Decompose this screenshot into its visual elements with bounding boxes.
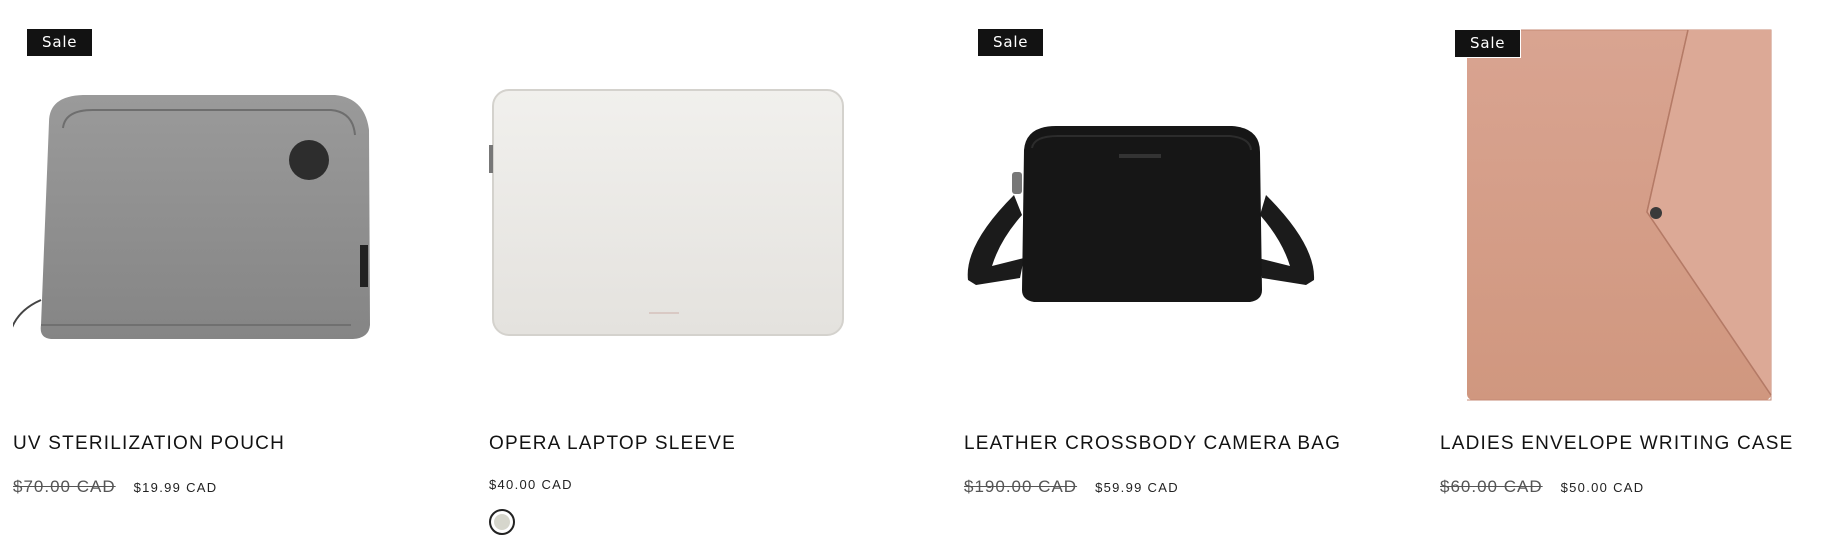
price-row: $70.00 CAD $19.99 CAD — [13, 477, 217, 497]
product-title[interactable]: LADIES ENVELOPE WRITING CASE — [1440, 433, 1794, 455]
sale-badge: Sale — [27, 29, 93, 56]
product-card-ladies-envelope-writing-case[interactable]: Sale LADIES ENVELOPE WRITING CASE $60.00… — [1440, 0, 1797, 557]
sale-price: $59.99 CAD — [1095, 480, 1179, 495]
product-image-link[interactable] — [489, 0, 846, 410]
product-title[interactable]: LEATHER CROSSBODY CAMERA BAG — [964, 433, 1341, 455]
product-image-link[interactable]: Sale — [964, 0, 1321, 410]
white-laptop-sleeve-image — [489, 89, 844, 336]
price-row: $40.00 CAD — [489, 477, 573, 492]
product-image-link[interactable]: Sale — [1440, 0, 1797, 410]
product-card-uv-sterilization-pouch[interactable]: Sale UV STERILIZATION POUCH $70.00 CAD $ — [13, 0, 370, 557]
product-title[interactable]: UV STERILIZATION POUCH — [13, 433, 285, 455]
product-grid: Sale UV STERILIZATION POUCH $70.00 CAD $ — [13, 0, 1837, 557]
product-image-link[interactable]: Sale — [13, 0, 370, 410]
compare-at-price: $60.00 CAD — [1440, 477, 1543, 496]
gray-pouch-image — [13, 95, 370, 339]
regular-price: $40.00 CAD — [489, 477, 573, 492]
compare-at-price: $70.00 CAD — [13, 477, 116, 496]
sale-price: $19.99 CAD — [133, 480, 218, 495]
sale-price: $50.00 CAD — [1560, 480, 1645, 495]
pink-envelope-case-image — [1467, 29, 1772, 401]
sale-badge: Sale — [978, 29, 1044, 56]
compare-at-price: $190.00 CAD — [964, 477, 1078, 496]
black-crossbody-bag-image — [967, 126, 1315, 302]
price-row: $60.00 CAD $50.00 CAD — [1440, 477, 1644, 497]
product-card-opera-laptop-sleeve[interactable]: OPERA LAPTOP SLEEVE $40.00 CAD — [489, 0, 846, 557]
color-swatch[interactable] — [489, 509, 515, 535]
sale-badge: Sale — [1454, 29, 1522, 58]
price-row: $190.00 CAD $59.99 CAD — [964, 477, 1179, 497]
product-card-leather-crossbody-camera-bag[interactable]: Sale LEATHER CROSSBODY CAMERA BAG $190.0… — [964, 0, 1340, 557]
product-title[interactable]: OPERA LAPTOP SLEEVE — [489, 433, 736, 455]
